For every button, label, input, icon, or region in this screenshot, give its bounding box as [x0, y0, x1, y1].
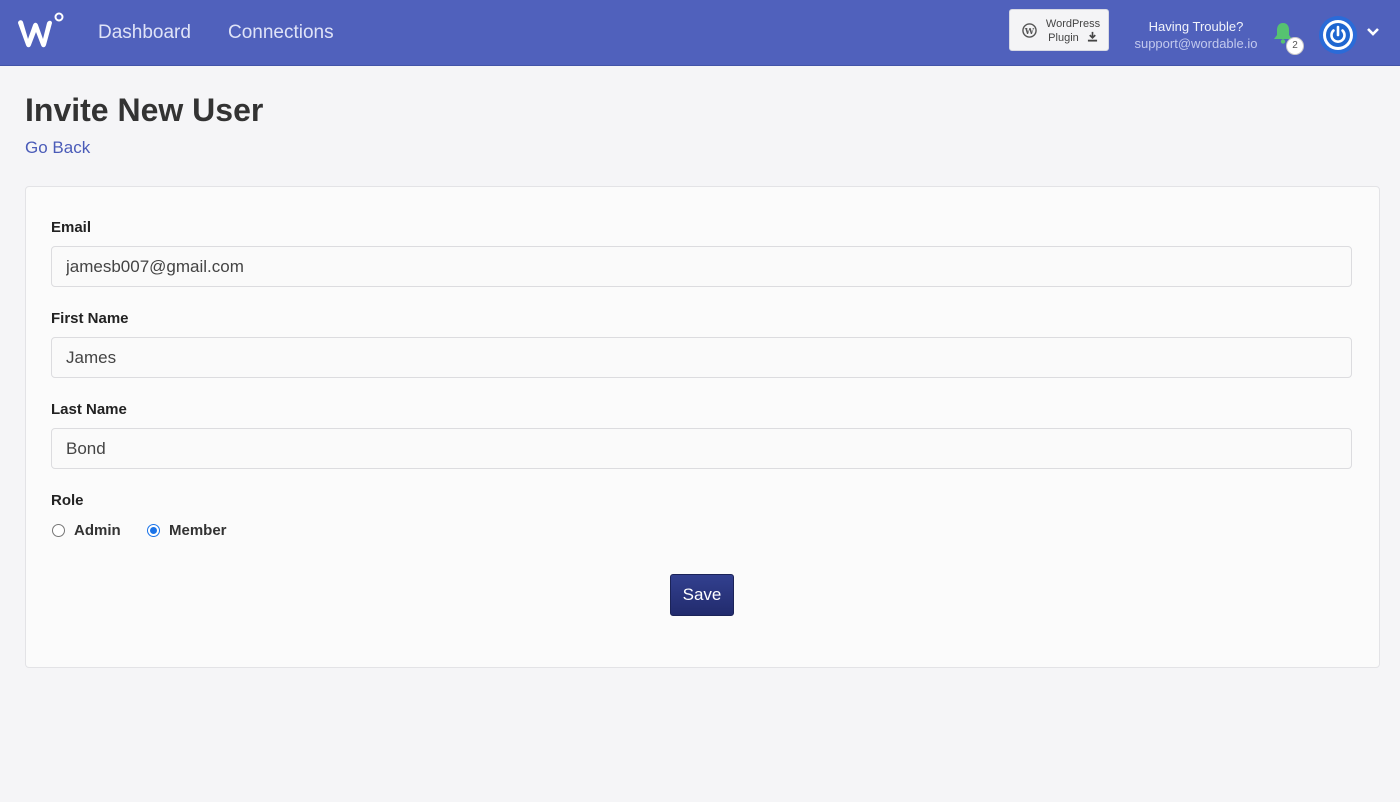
email-label: Email — [51, 219, 92, 236]
last-name-label: Last Name — [51, 401, 127, 418]
admin-radio[interactable] — [52, 523, 65, 537]
wordpress-plugin-line1: WordPress — [1045, 18, 1101, 30]
chevron-down-icon[interactable] — [1366, 26, 1380, 38]
nav-dashboard-link[interactable]: Dashboard — [98, 22, 191, 44]
admin-radio-label: Admin — [74, 521, 121, 539]
role-option-member[interactable]: Member — [147, 520, 227, 540]
member-radio-label: Member — [169, 521, 227, 539]
save-button[interactable]: Save — [670, 574, 734, 616]
first-name-label: First Name — [51, 310, 129, 327]
email-field[interactable] — [51, 246, 1352, 287]
role-option-admin[interactable]: Admin — [52, 520, 121, 540]
nav-connections-link[interactable]: Connections — [228, 22, 334, 44]
wordpress-plugin-label: WordPress Plugin — [1042, 17, 1104, 45]
wordable-logo-icon[interactable] — [15, 11, 65, 53]
member-radio[interactable] — [147, 523, 160, 537]
wordpress-plugin-line2: Plugin — [1048, 32, 1079, 44]
notification-badge: 2 — [1286, 37, 1304, 55]
power-icon — [1323, 20, 1353, 50]
download-icon — [1087, 31, 1097, 42]
support-email-link[interactable]: support@wordable.io — [1122, 36, 1270, 51]
page-title: Invite New User — [25, 92, 264, 128]
user-avatar[interactable] — [1319, 16, 1357, 54]
last-name-field[interactable] — [51, 428, 1352, 469]
help-title: Having Trouble? — [1148, 19, 1244, 34]
help-contact: Having Trouble? support@wordable.io — [1122, 19, 1270, 51]
svg-text:W: W — [1024, 26, 1035, 36]
top-navbar: Dashboard Connections W WordPress Plugin… — [0, 0, 1400, 66]
first-name-field[interactable] — [51, 337, 1352, 378]
wordpress-plugin-button[interactable]: W WordPress Plugin — [1009, 9, 1109, 51]
role-label: Role — [51, 492, 84, 509]
go-back-link[interactable]: Go Back — [25, 138, 90, 158]
wordpress-plugin-line2-wrap: Plugin — [1042, 31, 1104, 45]
wordpress-icon: W — [1022, 23, 1037, 38]
